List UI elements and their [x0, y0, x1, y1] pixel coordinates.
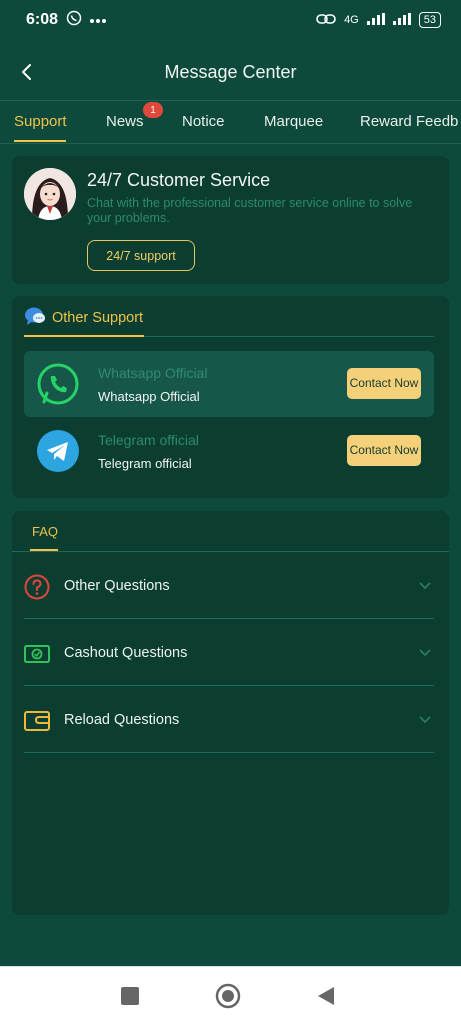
- question-icon: [24, 574, 50, 600]
- whatsapp-subtitle: Whatsapp Official: [98, 389, 200, 404]
- whatsapp-title: Whatsapp Official: [98, 365, 208, 381]
- chat-bubble-icon: [24, 306, 46, 330]
- signal-icon: [366, 12, 385, 28]
- wallet-icon: [24, 708, 50, 734]
- tab-news[interactable]: News: [106, 113, 144, 130]
- more-dots-icon: [90, 11, 107, 29]
- link-icon: [316, 13, 336, 28]
- home-button[interactable]: [215, 983, 241, 1009]
- whatsapp-notification-icon: [66, 10, 82, 31]
- status-time: 6:08: [26, 11, 59, 28]
- chevron-down-icon: [418, 579, 432, 593]
- cash-icon: [24, 641, 50, 667]
- customer-service-card: 24/7 Customer Service Chat with the prof…: [12, 156, 449, 284]
- active-tab-indicator: [14, 140, 66, 142]
- contact-row-telegram[interactable]: Telegram official Telegram official Cont…: [24, 418, 434, 484]
- header: Message Center: [0, 48, 461, 96]
- tab-notice[interactable]: Notice: [182, 113, 225, 130]
- contact-row-whatsapp[interactable]: Whatsapp Official Whatsapp Official Cont…: [24, 351, 434, 417]
- telegram-subtitle: Telegram official: [98, 456, 192, 471]
- faq-item-reload[interactable]: Reload Questions: [24, 687, 434, 753]
- tab-support[interactable]: Support: [14, 113, 67, 130]
- telegram-title: Telegram official: [98, 432, 199, 448]
- support-button[interactable]: 24/7 support: [87, 240, 195, 271]
- customer-service-title: 24/7 Customer Service: [87, 170, 271, 190]
- other-support-title: Other Support: [52, 310, 144, 326]
- divider: [12, 551, 449, 552]
- faq-tab-underline: [30, 549, 58, 551]
- faq-card: FAQ Other Questions Cashout Questions Re…: [12, 511, 449, 915]
- status-bar: 6:08 4G 53: [0, 0, 461, 40]
- other-support-tab[interactable]: Other Support: [24, 306, 143, 330]
- tab-reward-feedback[interactable]: Reward Feedb: [360, 113, 458, 130]
- faq-item-other[interactable]: Other Questions: [24, 553, 434, 619]
- customer-service-description: Chat with the professional customer serv…: [87, 196, 413, 225]
- telegram-contact-button[interactable]: Contact Now: [347, 435, 421, 466]
- telegram-icon: [36, 429, 80, 473]
- faq-tab[interactable]: FAQ: [32, 524, 58, 539]
- faq-other-label: Other Questions: [64, 578, 170, 594]
- tab-marquee[interactable]: Marquee: [264, 113, 323, 130]
- page-title: Message Center: [164, 61, 297, 82]
- system-navigation-bar: [0, 966, 461, 1024]
- battery-indicator: 53: [418, 12, 441, 28]
- back-arrow-icon[interactable]: [12, 58, 40, 86]
- whatsapp-contact-button[interactable]: Contact Now: [347, 368, 421, 399]
- other-support-card: Other Support Whatsapp Official Whatsapp…: [12, 296, 449, 498]
- tab-bar: Support News Notice Marquee Reward Feedb: [0, 100, 461, 144]
- recent-apps-button[interactable]: [117, 983, 143, 1009]
- back-button[interactable]: [313, 983, 339, 1009]
- network-type: 4G: [344, 14, 359, 26]
- faq-cashout-label: Cashout Questions: [64, 645, 188, 661]
- signal-icon-2: [392, 12, 411, 28]
- agent-avatar: [24, 168, 76, 220]
- faq-item-cashout[interactable]: Cashout Questions: [24, 620, 434, 686]
- other-support-underline: [24, 335, 144, 337]
- news-badge: 1: [143, 102, 163, 118]
- chevron-down-icon: [418, 646, 432, 660]
- whatsapp-icon: [36, 362, 80, 406]
- chevron-down-icon: [418, 713, 432, 727]
- faq-reload-label: Reload Questions: [64, 712, 180, 728]
